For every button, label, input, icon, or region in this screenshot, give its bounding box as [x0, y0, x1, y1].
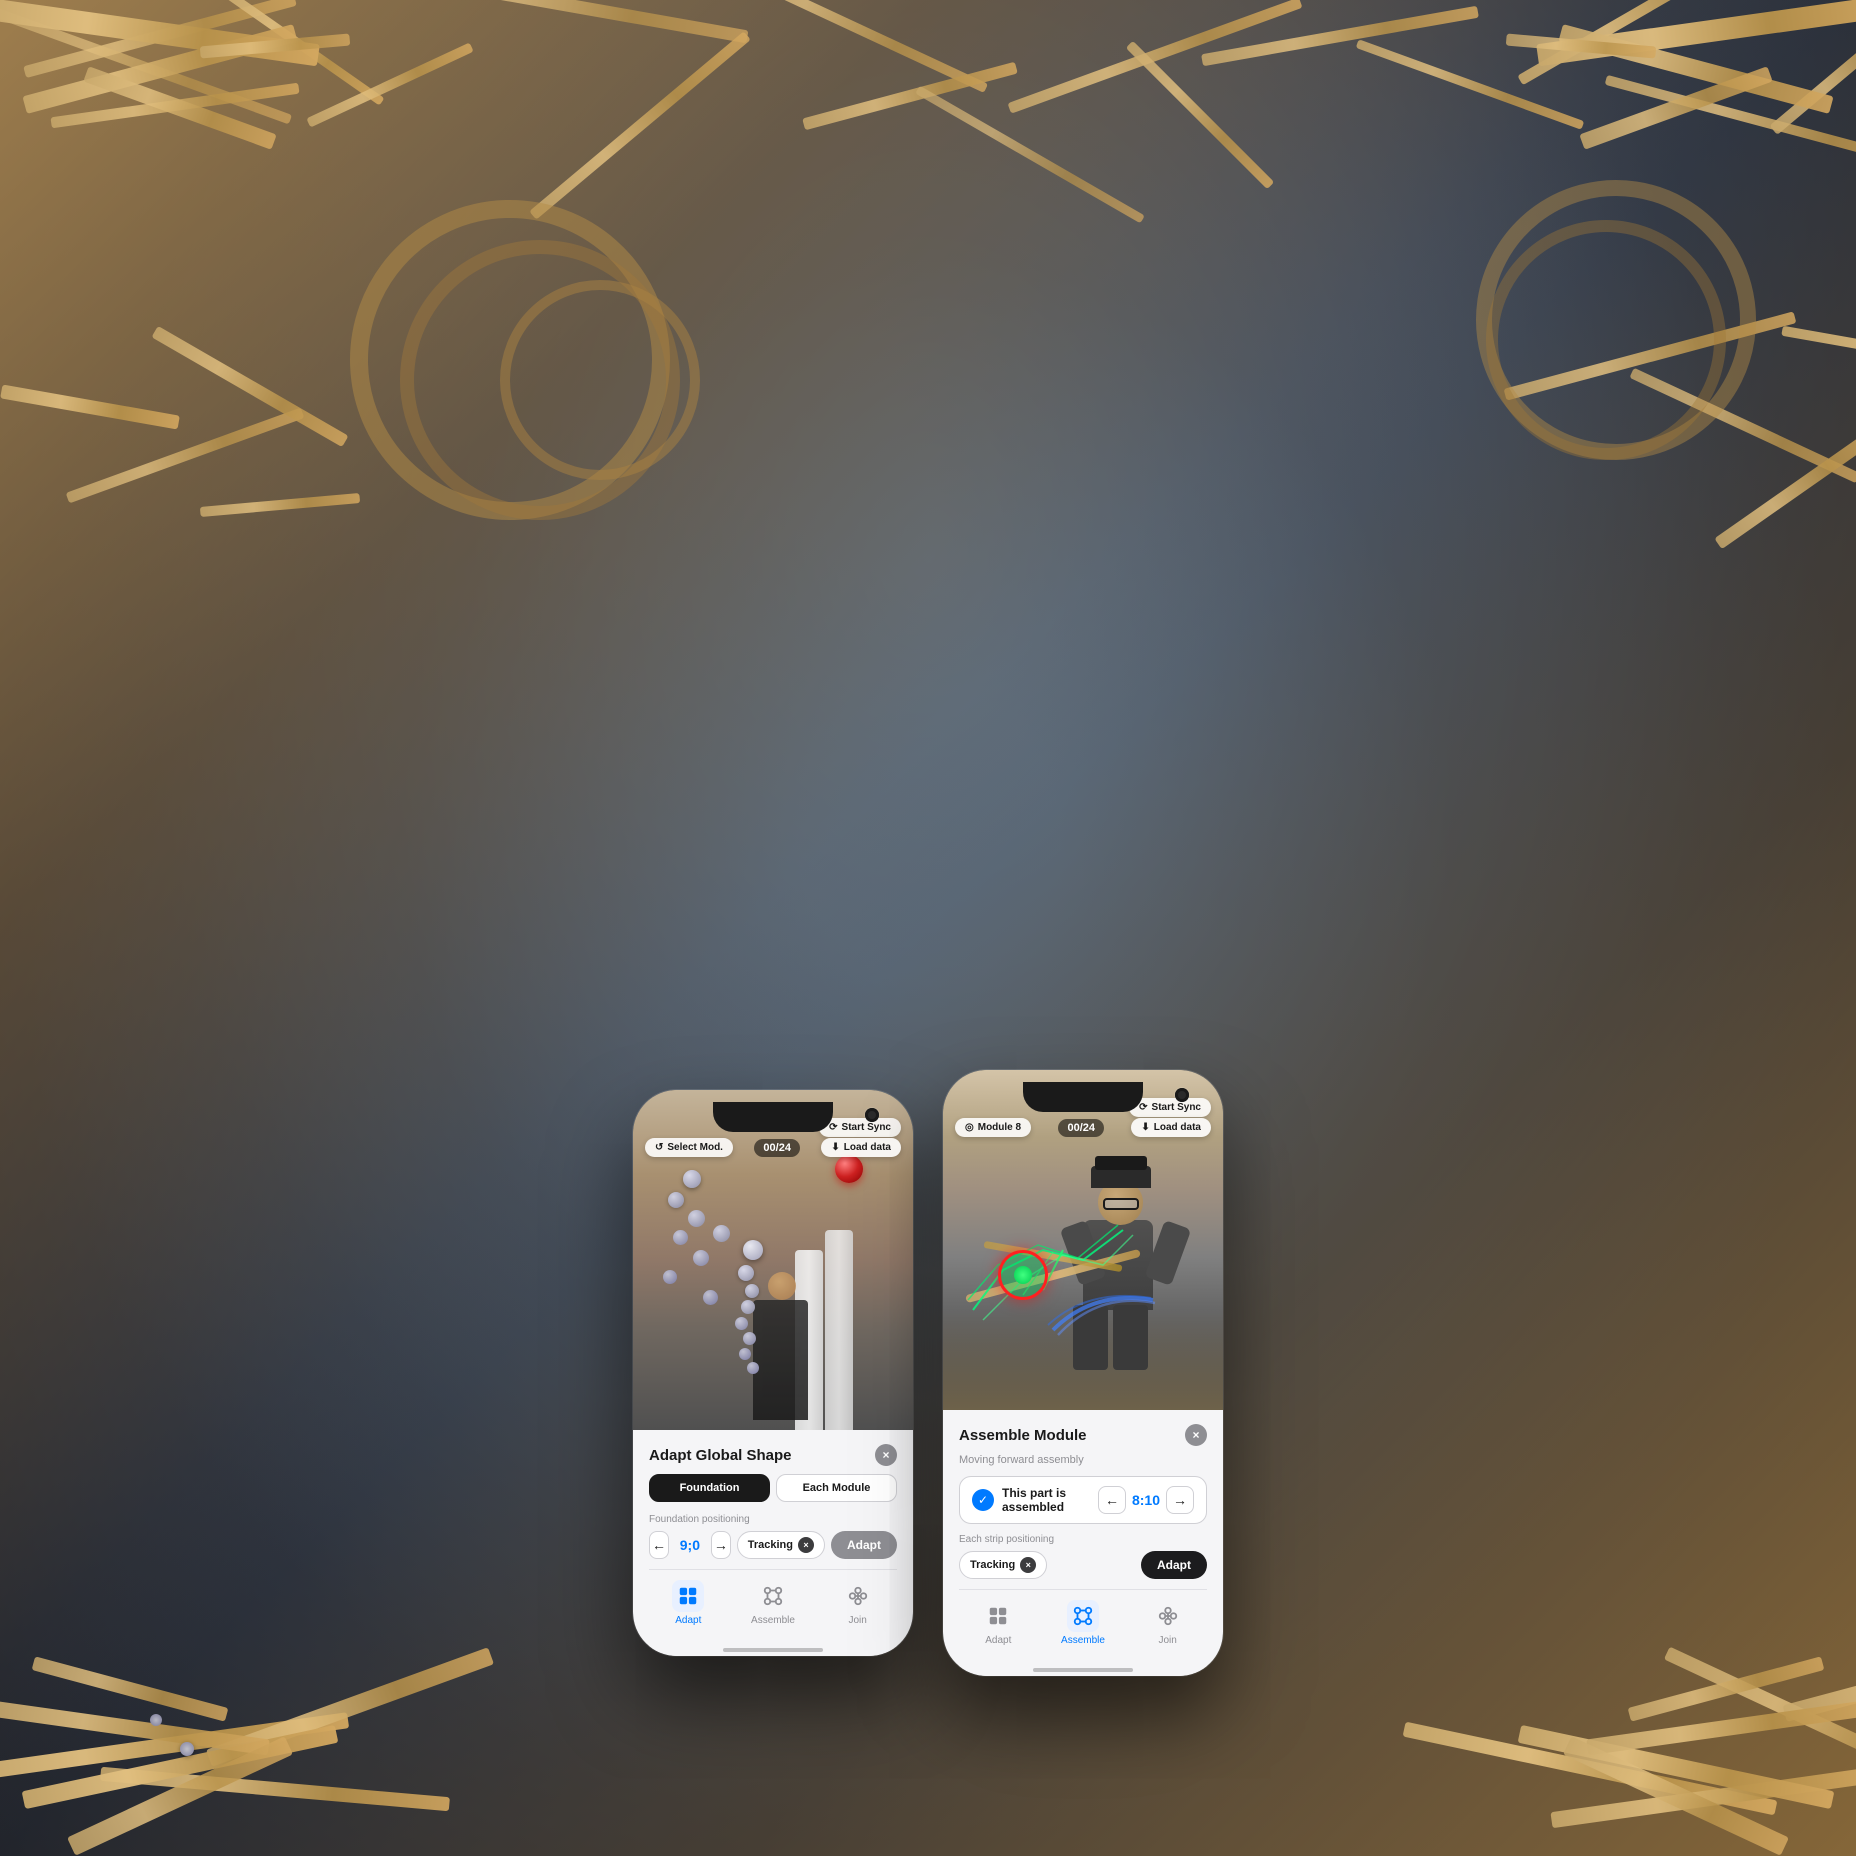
phone2-tracking-label: Tracking	[970, 1559, 1015, 1571]
phone-1: ↺ Select Mod. 00/24 ⬇ Load data ⟳ Start …	[633, 1090, 913, 1656]
phone1-nav-adapt[interactable]: Adapt	[672, 1580, 704, 1626]
phone2-sync-icon: ⟳	[1139, 1102, 1147, 1113]
phone2-assembled-nav: ← 8:10 →	[1098, 1486, 1194, 1514]
phone2-home-bar	[1033, 1668, 1133, 1672]
phone2-nav-adapt[interactable]: Adapt	[982, 1600, 1014, 1646]
phone2-panel-subtitle: Moving forward assembly	[959, 1454, 1207, 1466]
phone1-home-bar	[723, 1648, 823, 1652]
phone2-nav-adapt-label: Adapt	[985, 1635, 1011, 1646]
phone1-tab-foundation[interactable]: Foundation	[649, 1474, 770, 1502]
phone2-module-btn[interactable]: ◎ Module 8	[955, 1118, 1031, 1137]
load-data-label: Load data	[844, 1142, 891, 1153]
phone2-panel-title: Assemble Module	[959, 1427, 1087, 1444]
phone1-positioning-label: Foundation positioning	[649, 1514, 897, 1525]
phone2-assembled-row: ✓ This part is assembled ← 8:10 →	[959, 1476, 1207, 1524]
phone1-camera	[865, 1108, 879, 1122]
phone2-join-icon	[1157, 1605, 1179, 1627]
phone1-nav-next[interactable]: →	[711, 1531, 731, 1559]
phone1-nav-assemble-icon-box	[757, 1580, 789, 1612]
phone2-nav-bar: Adapt	[959, 1589, 1207, 1662]
module-label: Module 8	[978, 1122, 1021, 1133]
phone2-nav-value: 8:10	[1132, 1492, 1160, 1508]
phone2-panel-title-row: Assemble Module ×	[959, 1424, 1207, 1446]
phone1-panel-title-row: Adapt Global Shape ×	[649, 1444, 897, 1466]
phone2-nav-adapt-icon-box	[982, 1600, 1014, 1632]
phone2-assemble-icon	[1072, 1605, 1094, 1627]
phone2-nav-join[interactable]: Join	[1152, 1600, 1184, 1646]
phone1-tab-row: Foundation Each Module	[649, 1474, 897, 1502]
phone2-nav-next[interactable]: →	[1166, 1486, 1194, 1514]
phone2-nav-join-label: Join	[1158, 1635, 1176, 1646]
phone1-notch	[713, 1102, 833, 1132]
select-mod-icon: ↺	[655, 1142, 663, 1153]
phone1-nav-join-icon-box	[842, 1580, 874, 1612]
phone1-load-data-btn[interactable]: ⬇ Load data	[821, 1138, 901, 1157]
phone1-tab-each-module[interactable]: Each Module	[776, 1474, 897, 1502]
phone1-tracking-badge: Tracking ×	[737, 1531, 825, 1559]
phone1-nav-value: 9;0	[675, 1537, 705, 1553]
phone1-panel-title: Adapt Global Shape	[649, 1447, 792, 1464]
phone2-nav-assemble-label: Assemble	[1061, 1635, 1105, 1646]
phone2-notch	[1023, 1082, 1143, 1112]
phone1-counter: 00/24	[754, 1139, 800, 1157]
phone1-tracking-label: Tracking	[748, 1539, 793, 1551]
phone1-sync-btn[interactable]: ⟳ Start Sync	[819, 1118, 901, 1137]
phone2-nav-assemble-icon-box	[1067, 1600, 1099, 1632]
phone2-sync-btn[interactable]: ⟳ Start Sync	[1129, 1098, 1211, 1117]
phone1-nav-join-label: Join	[848, 1615, 866, 1626]
phone1-panel-close[interactable]: ×	[875, 1444, 897, 1466]
phone2-ar-view: ◎ Module 8 00/24 ⬇ Load data ⟳ Start Syn…	[943, 1070, 1223, 1410]
phone2-nav-assemble[interactable]: Assemble	[1061, 1600, 1105, 1646]
phone2-tracking-remove[interactable]: ×	[1020, 1557, 1036, 1573]
phone1-ar-view: ↺ Select Mod. 00/24 ⬇ Load data ⟳ Start …	[633, 1090, 913, 1430]
phone1-nav-bar: Adapt	[649, 1569, 897, 1642]
phone1-top-bar: ↺ Select Mod. 00/24 ⬇ Load data	[633, 1138, 913, 1157]
phone2-assembled-text: This part is assembled	[1002, 1486, 1090, 1514]
phone2-load-label: Load data	[1154, 1122, 1201, 1133]
phone2-nav-row: Tracking × Adapt	[959, 1551, 1207, 1579]
phone-2: ◎ Module 8 00/24 ⬇ Load data ⟳ Start Syn…	[943, 1070, 1223, 1676]
phone1-tracking-remove[interactable]: ×	[798, 1537, 814, 1553]
phone2-home-indicator	[959, 1662, 1207, 1676]
phone2-counter: 00/24	[1058, 1119, 1104, 1137]
phone2-sync-label: Start Sync	[1152, 1102, 1201, 1113]
phone2-check-icon: ✓	[972, 1489, 994, 1511]
phone1-nav-adapt-label: Adapt	[675, 1615, 701, 1626]
phone2-panel-close[interactable]: ×	[1185, 1424, 1207, 1446]
select-mod-label: Select Mod.	[667, 1142, 723, 1153]
phone2-load-data-btn[interactable]: ⬇ Load data	[1131, 1118, 1211, 1137]
phone1-nav-row: ← 9;0 → Tracking × Adapt	[649, 1531, 897, 1559]
phone1-select-module-btn[interactable]: ↺ Select Mod.	[645, 1138, 733, 1157]
module-icon: ◎	[965, 1122, 974, 1133]
phone2-adapt-icon	[987, 1605, 1009, 1627]
phone1-nav-assemble-label: Assemble	[751, 1615, 795, 1626]
load-data-icon: ⬇	[831, 1142, 839, 1153]
phone1-nav-adapt-icon-box	[672, 1580, 704, 1612]
assemble-icon	[762, 1585, 784, 1607]
phone1-nav-assemble[interactable]: Assemble	[751, 1580, 795, 1626]
phone1-adapt-btn[interactable]: Adapt	[831, 1531, 897, 1559]
phone2-tracking-badge: Tracking ×	[959, 1551, 1047, 1579]
phone1-bottom-panel: Adapt Global Shape × Foundation Each Mod…	[633, 1430, 913, 1656]
phone1-nav-join[interactable]: Join	[842, 1580, 874, 1626]
phone2-top-bar: ◎ Module 8 00/24 ⬇ Load data	[943, 1118, 1223, 1137]
phone2-bottom-panel: Assemble Module × Moving forward assembl…	[943, 1410, 1223, 1676]
phone2-camera	[1175, 1088, 1189, 1102]
phone2-load-icon: ⬇	[1141, 1122, 1149, 1133]
phones-container: ↺ Select Mod. 00/24 ⬇ Load data ⟳ Start …	[633, 1070, 1223, 1676]
sync-icon: ⟳	[829, 1122, 837, 1133]
join-icon	[847, 1585, 869, 1607]
phone2-nav-join-icon-box	[1152, 1600, 1184, 1632]
phone1-home-indicator	[649, 1642, 897, 1656]
phone1-nav-prev[interactable]: ←	[649, 1531, 669, 1559]
phone2-adapt-btn[interactable]: Adapt	[1141, 1551, 1207, 1579]
sync-label: Start Sync	[842, 1122, 891, 1133]
adapt-icon	[677, 1585, 699, 1607]
phone2-strip-label: Each strip positioning	[959, 1534, 1207, 1545]
phone2-nav-prev[interactable]: ←	[1098, 1486, 1126, 1514]
